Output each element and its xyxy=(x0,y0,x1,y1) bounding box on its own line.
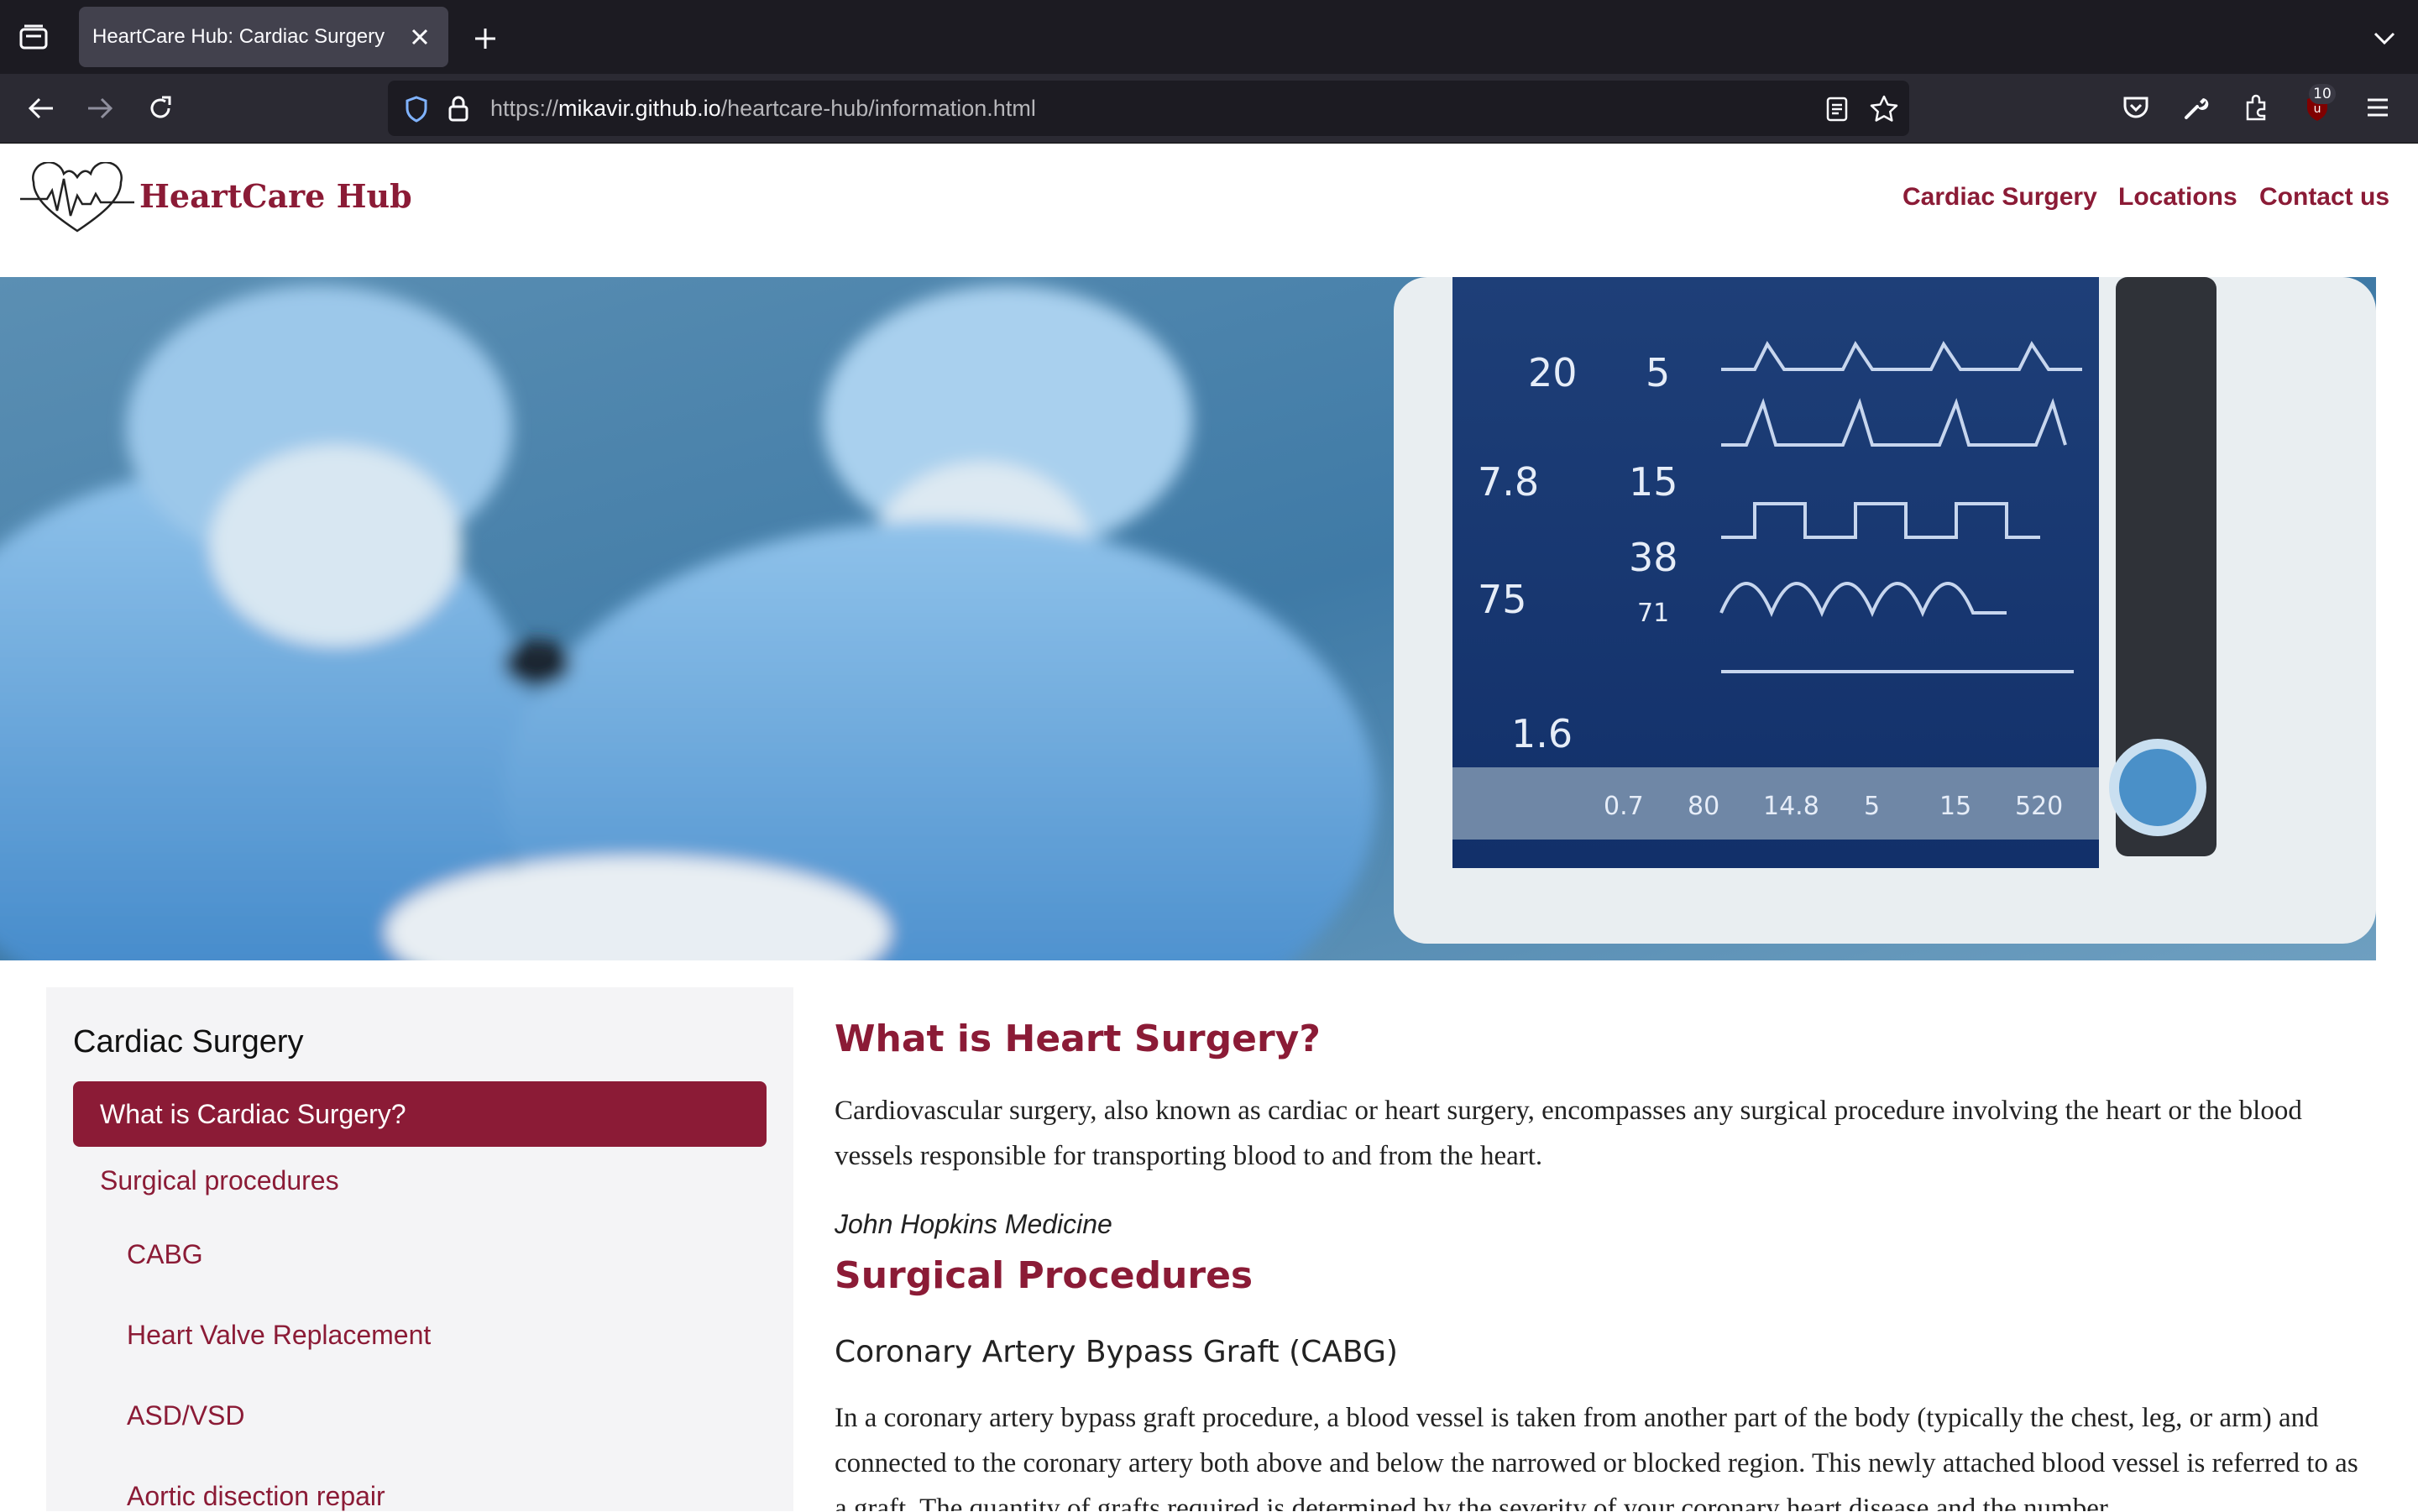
sidebar-item-label: What is Cardiac Surgery? xyxy=(100,1099,406,1129)
cabg-paragraph: In a coronary artery bypass graft proced… xyxy=(835,1403,2358,1511)
bookmark-star-icon[interactable] xyxy=(1866,91,1902,126)
url-path: /heartcare-hub/information.html xyxy=(720,96,1036,121)
nav-contact-us[interactable]: Contact us xyxy=(2259,180,2389,214)
page-heading: What is Heart Surgery? xyxy=(835,1018,1321,1060)
tab-overview-icon[interactable] xyxy=(15,20,52,54)
monitor-value: 7.8 xyxy=(1478,459,1539,505)
monitor-value: 0.7 xyxy=(1604,792,1644,821)
monitor-value: 71 xyxy=(1637,599,1669,628)
url-host: mikavir.github.io xyxy=(558,96,721,121)
main-content: What is Heart Surgery? Cardiovascular su… xyxy=(835,987,2371,1511)
hero-image: 20 5 7.8 15 75 38 71 1.6 0.7 80 14.8 5 1… xyxy=(0,277,2376,960)
url-text[interactable]: https://mikavir.github.io/heartcare-hub/… xyxy=(490,81,1036,136)
close-icon[interactable] xyxy=(403,20,437,54)
monitor-value: 75 xyxy=(1478,577,1527,622)
back-icon[interactable] xyxy=(22,89,60,128)
sidebar-item-aortic-dissection-repair[interactable]: Aortic disection repair xyxy=(127,1481,385,1512)
reload-icon[interactable] xyxy=(141,89,180,128)
sidebar-item-cabg[interactable]: CABG xyxy=(127,1239,203,1270)
tab-title: HeartCare Hub: Cardiac Surgery xyxy=(92,25,385,48)
chevron-down-icon[interactable] xyxy=(2366,20,2403,57)
extension-badge: 10 xyxy=(2309,84,2336,104)
shield-icon[interactable] xyxy=(400,92,433,126)
sidebar-title: Cardiac Surgery xyxy=(73,1024,304,1059)
monitor-value: 5 xyxy=(1646,350,1670,395)
monitor-value: 20 xyxy=(1528,350,1578,395)
reader-view-icon[interactable] xyxy=(1820,92,1854,126)
site-header: HeartCare Hub Cardiac Surgery Locations … xyxy=(0,144,2418,277)
forward-icon[interactable] xyxy=(81,89,119,128)
monitor-value: 1.6 xyxy=(1511,711,1573,756)
site-brand[interactable]: HeartCare Hub xyxy=(139,175,412,217)
new-tab-icon[interactable] xyxy=(467,20,504,57)
svg-text:u: u xyxy=(2314,102,2321,116)
browser-tab-active[interactable]: HeartCare Hub: Cardiac Surgery xyxy=(79,7,448,67)
extensions-icon[interactable] xyxy=(2238,89,2275,126)
pocket-icon[interactable] xyxy=(2117,89,2154,126)
wrench-icon[interactable] xyxy=(2178,89,2215,126)
monitor-value: 80 xyxy=(1688,792,1719,821)
browser-tab-bar: HeartCare Hub: Cardiac Surgery xyxy=(0,0,2418,74)
section-heading: Surgical Procedures xyxy=(835,1254,1253,1297)
monitor-value: 14.8 xyxy=(1763,792,1819,821)
nav-cardiac-surgery[interactable]: Cardiac Surgery xyxy=(1902,180,2097,214)
subheading-cabg: Coronary Artery Bypass Graft (CABG) xyxy=(835,1335,1398,1369)
monitor-value: 38 xyxy=(1629,535,1678,580)
nav-locations[interactable]: Locations xyxy=(2118,180,2237,214)
monitor-value: 15 xyxy=(1939,792,1971,821)
monitor-value: 520 xyxy=(2015,792,2063,821)
sidebar-item-surgical-procedures[interactable]: Surgical procedures xyxy=(100,1165,339,1196)
sidebar-item-asd-vsd[interactable]: ASD/VSD xyxy=(127,1400,244,1431)
url-scheme: https:// xyxy=(490,96,559,121)
intro-paragraph: Cardiovascular surgery, also known as ca… xyxy=(835,1096,2302,1171)
sidebar-item-heart-valve-replacement[interactable]: Heart Valve Replacement xyxy=(127,1320,431,1351)
lock-icon[interactable] xyxy=(442,91,475,126)
sidebar-item-what-is-cardiac-surgery[interactable]: What is Cardiac Surgery? xyxy=(73,1081,767,1147)
url-bar[interactable]: https://mikavir.github.io/heartcare-hub/… xyxy=(388,81,1909,136)
monitor-value: 5 xyxy=(1864,792,1880,821)
citation: John Hopkins Medicine xyxy=(835,1209,1112,1239)
heart-logo-icon[interactable] xyxy=(18,161,136,238)
sidebar: Cardiac Surgery What is Cardiac Surgery?… xyxy=(46,987,793,1511)
menu-icon[interactable] xyxy=(2359,89,2396,126)
monitor-value: 15 xyxy=(1629,459,1678,505)
